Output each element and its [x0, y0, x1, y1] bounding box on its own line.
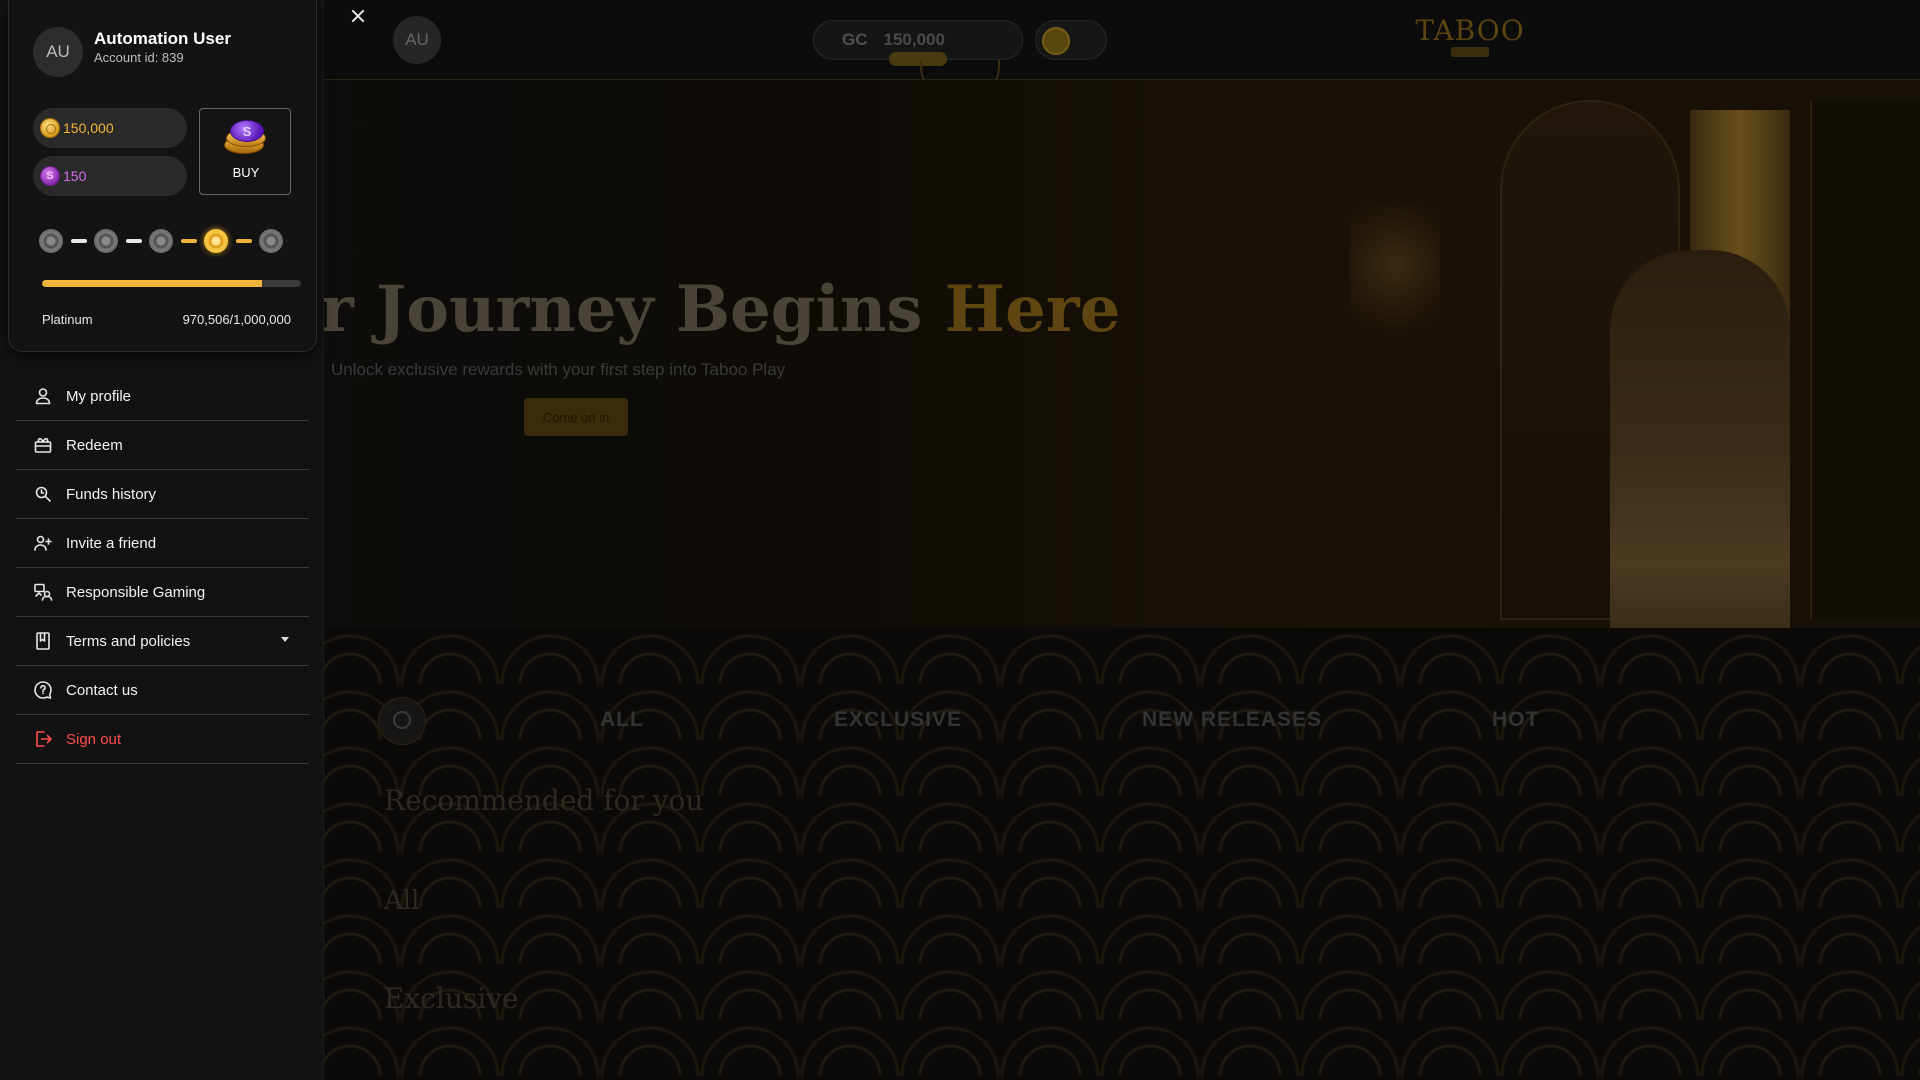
gc-balance-value: 150,000	[63, 120, 114, 136]
brand-logo[interactable]: TABOO	[1410, 14, 1530, 58]
tier-badge-icon	[204, 229, 228, 253]
hero-lamp	[1350, 180, 1440, 350]
menu-item-my-profile[interactable]: My profile	[16, 372, 309, 421]
sc-balance[interactable]: S 150	[33, 156, 187, 196]
help-circle-icon	[32, 679, 54, 701]
section-title-exclusive: Exclusive	[384, 982, 519, 1015]
drawer-menu: My profile Redeem Funds history Invite a…	[16, 372, 309, 764]
search-icon[interactable]	[378, 697, 426, 745]
tier-badge-icon	[94, 229, 118, 253]
hero-subtitle: Unlock exclusive rewards with your first…	[331, 360, 786, 379]
avatar: AU	[33, 27, 83, 77]
menu-label: Contact us	[66, 681, 138, 699]
tier-connector	[126, 239, 142, 243]
menu-label: Terms and policies	[66, 632, 191, 650]
account-id: Account id: 839	[94, 50, 184, 65]
coin-stack-icon: S	[224, 120, 268, 158]
hero-title-highlight: Here	[944, 272, 1121, 347]
menu-label: Invite a friend	[66, 534, 157, 552]
search-history-icon	[32, 483, 54, 505]
tab-new-releases[interactable]: NEW RELEASES	[1142, 708, 1322, 732]
coin-icon	[1042, 27, 1070, 55]
menu-label: Funds history	[66, 485, 157, 503]
menu-item-terms-policies[interactable]: Terms and policies	[16, 617, 309, 666]
close-icon[interactable]	[344, 2, 372, 30]
menu-item-redeem[interactable]: Redeem	[16, 421, 309, 470]
buy-button[interactable]: S BUY	[199, 108, 291, 195]
gc-amount: 150,000	[883, 30, 945, 49]
menu-item-responsible-gaming[interactable]: Responsible Gaming	[16, 568, 309, 617]
tier-badge-icon	[259, 229, 283, 253]
tier-badge-icon	[39, 229, 63, 253]
section-title-recommended: Recommended for you	[384, 784, 704, 817]
menu-label: My profile	[66, 387, 132, 405]
tab-all[interactable]: ALL	[600, 708, 644, 732]
hero-title-text: r Journey Begins	[320, 272, 945, 347]
buy-coin-symbol: S	[230, 120, 264, 142]
section-title-all: All	[384, 886, 420, 916]
gift-icon	[32, 434, 54, 456]
top-avatar[interactable]: AU	[393, 16, 441, 64]
account-drawer: AU Automation User Account id: 839 150,0…	[0, 0, 324, 1080]
menu-item-invite-friend[interactable]: Invite a friend	[16, 519, 309, 568]
tab-exclusive[interactable]: EXCLUSIVE	[834, 708, 962, 732]
hero-title: r Journey Begins Here	[320, 272, 1120, 347]
loyalty-progress-bar	[42, 280, 301, 287]
sc-balance-value: 150	[63, 168, 87, 184]
responsible-gaming-icon	[32, 581, 54, 603]
add-user-icon	[32, 532, 54, 554]
user-icon	[32, 385, 54, 407]
menu-label: Redeem	[66, 436, 123, 454]
tier-connector	[236, 239, 252, 243]
tier-name: Platinum	[42, 312, 93, 327]
tier-badge-icon	[149, 229, 173, 253]
loyalty-progress-fill	[42, 280, 263, 287]
tab-hot[interactable]: HOT	[1492, 708, 1539, 732]
gc-currency-label: GC	[842, 30, 868, 49]
hero-door-side	[1810, 100, 1920, 620]
menu-label: Sign out	[66, 730, 122, 748]
document-icon	[32, 630, 54, 652]
menu-label: Responsible Gaming	[66, 583, 206, 601]
hero-cta-button[interactable]: Come on in	[524, 398, 628, 436]
tier-connector	[71, 239, 87, 243]
tier-points: 970,506/1,000,000	[182, 312, 291, 327]
menu-item-sign-out[interactable]: Sign out	[16, 715, 309, 764]
currency-toggle[interactable]	[1035, 20, 1107, 60]
gold-coin-icon	[40, 118, 60, 138]
user-card: AU Automation User Account id: 839 150,0…	[8, 0, 317, 352]
gc-balance[interactable]: 150,000	[33, 108, 187, 148]
tier-connector	[181, 239, 197, 243]
user-name: Automation User	[94, 29, 231, 48]
menu-item-funds-history[interactable]: Funds history	[16, 470, 309, 519]
buy-label: BUY	[232, 165, 260, 180]
chevron-down-icon[interactable]	[281, 637, 289, 642]
logo-text: TABOO	[1415, 14, 1525, 47]
menu-item-contact-us[interactable]: Contact us	[16, 666, 309, 715]
sweeps-coin-icon: S	[40, 166, 60, 186]
sign-out-icon	[32, 728, 54, 750]
